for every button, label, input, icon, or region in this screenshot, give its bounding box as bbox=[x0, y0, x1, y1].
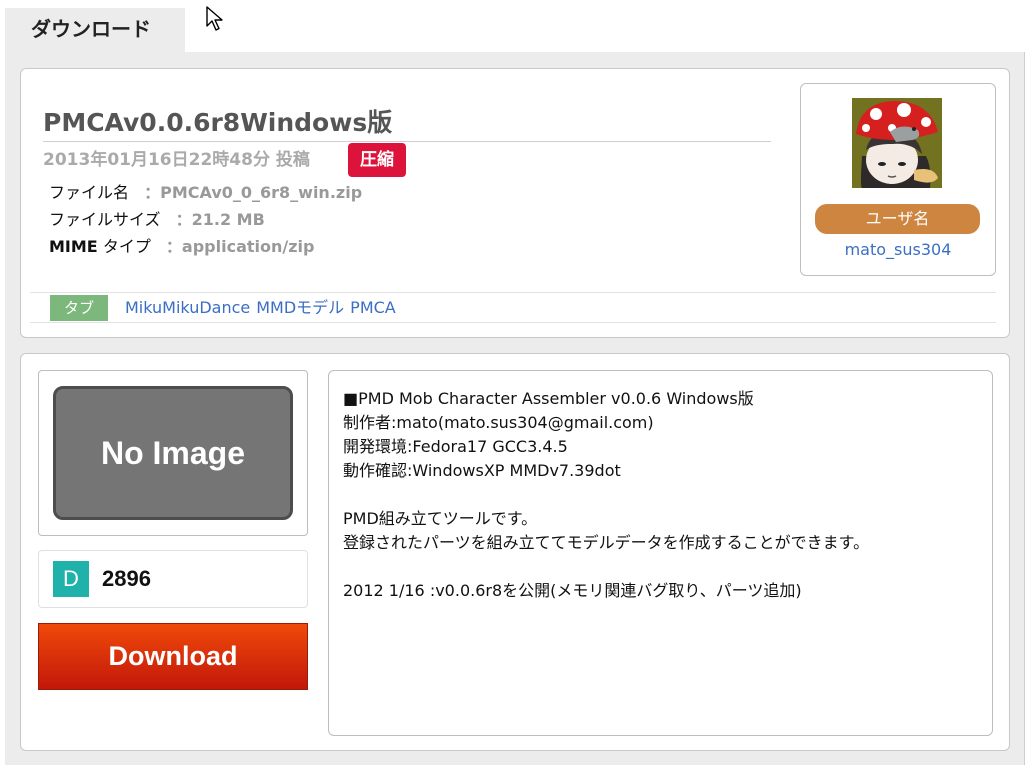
tab-bar: ダウンロード bbox=[0, 0, 1029, 54]
file-size-label: ファイルサイズ bbox=[49, 210, 161, 229]
mime-label-strong: MIME bbox=[49, 237, 98, 256]
download-button[interactable]: Download bbox=[38, 623, 308, 690]
mime-label-rest: タイプ bbox=[97, 237, 151, 256]
download-panel: No Image D 2896 Download ■PMD Mob Charac… bbox=[20, 353, 1010, 751]
user-avatar[interactable] bbox=[852, 98, 942, 188]
file-title: PMCAv0.0.6r8Windows版 bbox=[43, 108, 393, 137]
download-count-box: D 2896 bbox=[38, 550, 308, 608]
download-count-icon: D bbox=[53, 561, 89, 597]
download-count-value: 2896 bbox=[102, 566, 151, 591]
no-image-placeholder: No Image bbox=[53, 386, 293, 520]
tag-link-mikumikudance[interactable]: MikuMikuDance bbox=[125, 298, 250, 317]
file-name-label: ファイル名 bbox=[49, 183, 130, 202]
tag-label: タブ bbox=[50, 295, 108, 321]
username-label: ユーザ名 bbox=[815, 204, 980, 234]
user-card: ユーザ名 mato_sus304 bbox=[800, 83, 996, 276]
post-date: 2013年01月16日22時48分 投稿 bbox=[43, 150, 310, 170]
tag-link-mmd-model[interactable]: MMDモデル bbox=[256, 298, 344, 317]
file-name-value: ：PMCAv0_0_6r8_win.zip bbox=[144, 183, 363, 202]
file-size-row: ファイルサイズ ：21.2 MB bbox=[49, 210, 265, 230]
mime-type-row: MIME タイプ ：application/zip bbox=[49, 237, 315, 257]
file-size-value: ：21.2 MB bbox=[175, 210, 265, 229]
preview-image-box: No Image bbox=[38, 370, 308, 536]
username-link[interactable]: mato_sus304 bbox=[801, 240, 995, 259]
title-divider bbox=[43, 141, 771, 142]
tag-link-pmca[interactable]: PMCA bbox=[350, 298, 396, 317]
tag-links: MikuMikuDance MMDモデル PMCA bbox=[125, 297, 402, 319]
file-info-panel: PMCAv0.0.6r8Windows版 2013年01月16日22時48分 投… bbox=[20, 68, 1010, 338]
file-name-row: ファイル名 ：PMCAv0_0_6r8_win.zip bbox=[49, 183, 362, 203]
mouse-pointer-icon bbox=[206, 6, 223, 31]
tag-bar: タブ MikuMikuDance MMDモデル PMCA bbox=[30, 292, 996, 323]
compression-badge: 圧縮 bbox=[348, 143, 406, 177]
mime-type-value: ：application/zip bbox=[165, 237, 315, 256]
tab-download[interactable]: ダウンロード bbox=[5, 8, 185, 54]
description-text: ■PMD Mob Character Assembler v0.0.6 Wind… bbox=[328, 370, 993, 736]
